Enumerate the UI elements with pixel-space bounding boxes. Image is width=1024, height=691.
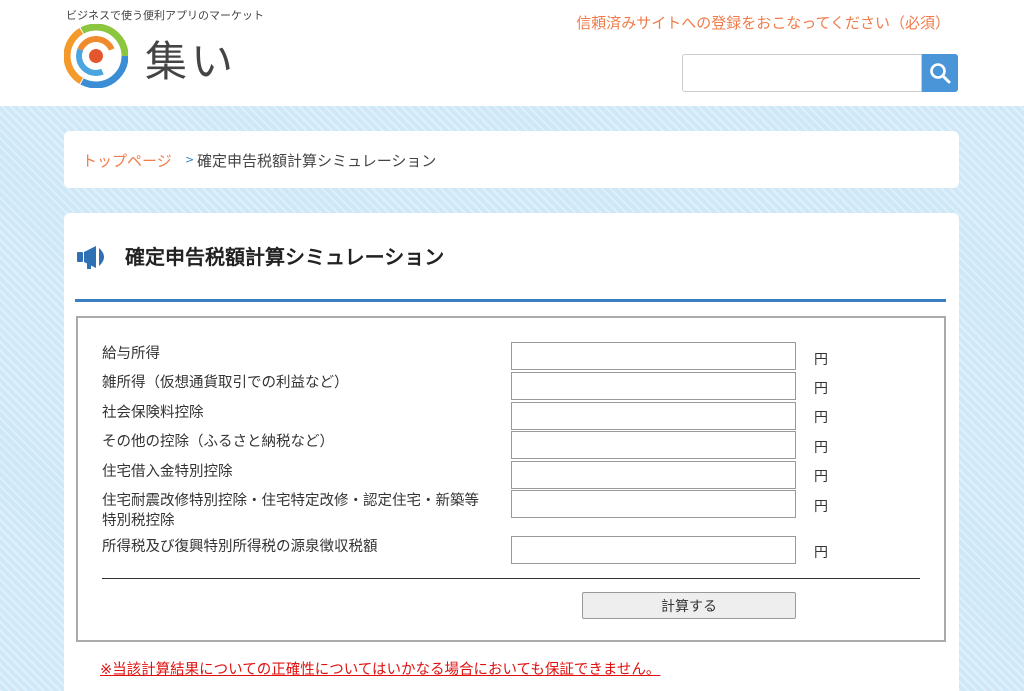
search-icon — [930, 63, 951, 84]
unit-yen: 円 — [814, 410, 828, 426]
unit-yen: 円 — [814, 545, 828, 561]
salary-income-input[interactable] — [511, 342, 796, 370]
form-divider — [102, 578, 920, 579]
logo-icon[interactable] — [64, 24, 128, 88]
breadcrumb-home-link[interactable]: トップページ — [82, 150, 172, 171]
breadcrumb: トップページ > 確定申告税額計算シミュレーション — [64, 131, 959, 188]
unit-yen: 円 — [814, 352, 828, 368]
site-tagline: ビジネスで使う便利アプリのマーケット — [66, 9, 264, 22]
main-content: 確定申告税額計算シミュレーション 給与所得 円 雑所得（仮想通貨取引での利益など… — [64, 213, 959, 691]
megaphone-icon — [77, 246, 104, 269]
label-housing-loan-deduction: 住宅借入金特別控除 — [102, 464, 233, 480]
search-button[interactable] — [922, 54, 958, 92]
label-social-insurance: 社会保険料控除 — [102, 405, 204, 421]
misc-income-input[interactable] — [511, 372, 796, 400]
withholding-tax-input[interactable] — [511, 536, 796, 564]
label-misc-income: 雑所得（仮想通貨取引での利益など） — [102, 375, 349, 391]
title-divider — [75, 299, 946, 302]
unit-yen: 円 — [814, 381, 828, 397]
tax-simulation-form: 給与所得 円 雑所得（仮想通貨取引での利益など） 円 社会保険料控除 円 その他… — [76, 316, 946, 642]
page-title: 確定申告税額計算シミュレーション — [125, 245, 445, 269]
label-withholding-tax: 所得税及び復興特別所得税の源泉徴収税額 — [102, 539, 378, 555]
housing-renovation-deduction-input[interactable] — [511, 490, 796, 518]
logo-text[interactable]: 集い — [145, 28, 237, 89]
site-header: ビジネスで使う便利アプリのマーケット 集い 信頼済みサイトへの登録をおこなってく… — [0, 0, 1024, 106]
breadcrumb-current: 確定申告税額計算シミュレーション — [197, 152, 437, 170]
social-insurance-input[interactable] — [511, 402, 796, 430]
breadcrumb-separator-icon: > — [185, 153, 195, 166]
trusted-site-notice-link[interactable]: 信頼済みサイトへの登録をおこなってください（必須） — [576, 12, 950, 33]
label-salary-income: 給与所得 — [102, 346, 160, 362]
calculate-button[interactable]: 計算する — [582, 592, 796, 619]
unit-yen: 円 — [814, 499, 828, 515]
other-deductions-input[interactable] — [511, 431, 796, 459]
label-other-deductions: その他の控除（ふるさと納税など） — [102, 434, 334, 450]
housing-loan-deduction-input[interactable] — [511, 461, 796, 489]
accuracy-disclaimer: ※当該計算結果についての正確性についてはいかなる場合においても保証できません。 — [100, 662, 661, 678]
unit-yen: 円 — [814, 440, 828, 456]
search-input[interactable] — [682, 54, 922, 92]
unit-yen: 円 — [814, 469, 828, 485]
label-housing-renovation-deduction: 住宅耐震改修特別控除・住宅特定改修・認定住宅・新築等特別税控除 — [102, 493, 479, 529]
